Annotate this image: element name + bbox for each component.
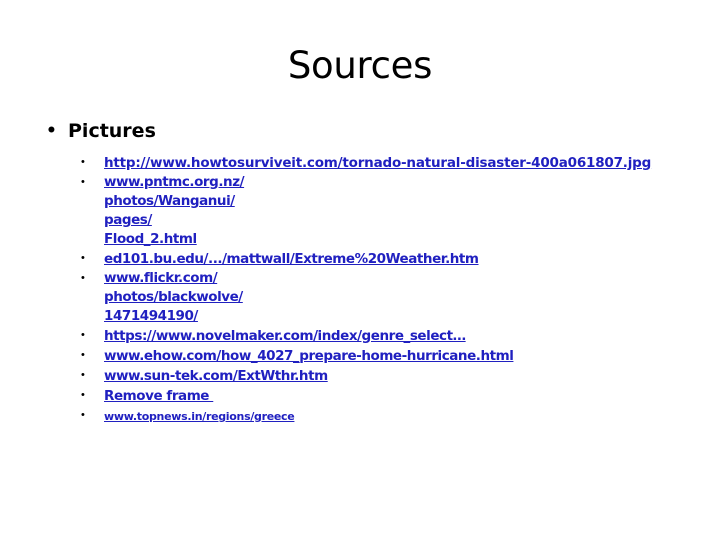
- link-text-line: https://www.novelmaker.com/index/genre_s…: [104, 328, 466, 344]
- section-heading-pictures: • Pictures: [36, 120, 686, 143]
- link-remove-frame[interactable]: Remove frame: [104, 387, 213, 406]
- link-text-line: www.topnews.in/regions/greece: [104, 410, 295, 423]
- bullet-icon: •: [81, 272, 85, 284]
- link-text-line: pages/: [104, 212, 152, 228]
- link-text-line: www.sun-tek.com/ExtWthr.htm: [104, 368, 328, 384]
- link-text-line: photos/blackwolve/: [104, 289, 243, 305]
- link-novelmaker[interactable]: https://www.novelmaker.com/index/genre_s…: [104, 327, 466, 346]
- bullet-icon: •: [81, 176, 85, 188]
- list-item: • https://www.novelmaker.com/index/genre_…: [36, 326, 686, 346]
- slide-canvas: Sources • Pictures • http://www.howtosurv…: [0, 0, 720, 540]
- link-ed101-bu-edu[interactable]: ed101.bu.edu/.../mattwall/Extreme%20Weat…: [104, 250, 479, 269]
- bullet-icon: •: [81, 252, 85, 264]
- bullet-icon: •: [46, 121, 57, 141]
- bullet-icon: •: [81, 369, 85, 381]
- link-text-line: www.flickr.com/: [104, 270, 218, 286]
- list-item: • www.sun-tek.com/ExtWthr.htm: [36, 366, 686, 386]
- list-item: • ed101.bu.edu/.../mattwall/Extreme%20Wea…: [36, 249, 686, 269]
- list-item: • www.pntmc.org.nz/photos/Wanganui/pages/…: [36, 173, 686, 249]
- link-text-line: Flood_2.html: [104, 231, 197, 247]
- link-pntmc[interactable]: www.pntmc.org.nz/photos/Wanganui/pages/F…: [104, 173, 245, 249]
- link-sun-tek[interactable]: www.sun-tek.com/ExtWthr.htm: [104, 367, 328, 386]
- link-text-line: 1471494190/: [104, 308, 198, 324]
- link-howtosurviveit[interactable]: http://www.howtosurviveit.com/tornado-na…: [104, 154, 651, 173]
- link-flickr[interactable]: www.flickr.com/photos/blackwolve/1471494…: [104, 269, 243, 326]
- list-item: • www.flickr.com/photos/blackwolve/147149…: [36, 269, 686, 326]
- link-text-line: photos/Wanganui/: [104, 193, 235, 209]
- bullet-icon: •: [81, 409, 85, 421]
- link-topnews[interactable]: www.topnews.in/regions/greece: [104, 408, 295, 425]
- bullet-icon: •: [81, 389, 85, 401]
- page-title: Sources: [287, 44, 433, 87]
- bullet-icon: •: [81, 349, 85, 361]
- list-item: • http://www.howtosurviveit.com/tornado-n…: [36, 153, 686, 173]
- body-placeholder: • Pictures • http://www.howtosurviveit.co…: [36, 120, 686, 425]
- bullet-icon: •: [81, 329, 85, 341]
- link-text-line: http://www.howtosurviveit.com/tornado-na…: [104, 155, 652, 171]
- link-text-line: www.ehow.com/how_4027_prepare-home-hurri…: [104, 348, 514, 364]
- source-link-list: • http://www.howtosurviveit.com/tornado-n…: [36, 153, 686, 425]
- bullet-icon: •: [81, 156, 85, 168]
- link-text-line: www.pntmc.org.nz/: [104, 174, 245, 190]
- list-item: • www.ehow.com/how_4027_prepare-home-hurr…: [36, 346, 686, 366]
- link-ehow[interactable]: www.ehow.com/how_4027_prepare-home-hurri…: [104, 347, 514, 366]
- list-item: • Remove frame: [36, 386, 686, 406]
- title-placeholder: Sources: [36, 44, 684, 88]
- link-text-line: ed101.bu.edu/.../mattwall/Extreme%20Weat…: [104, 251, 479, 267]
- link-text-line: Remove frame: [104, 388, 214, 404]
- list-item: • www.topnews.in/regions/greece: [36, 406, 686, 425]
- section-heading-label: Pictures: [68, 120, 156, 142]
